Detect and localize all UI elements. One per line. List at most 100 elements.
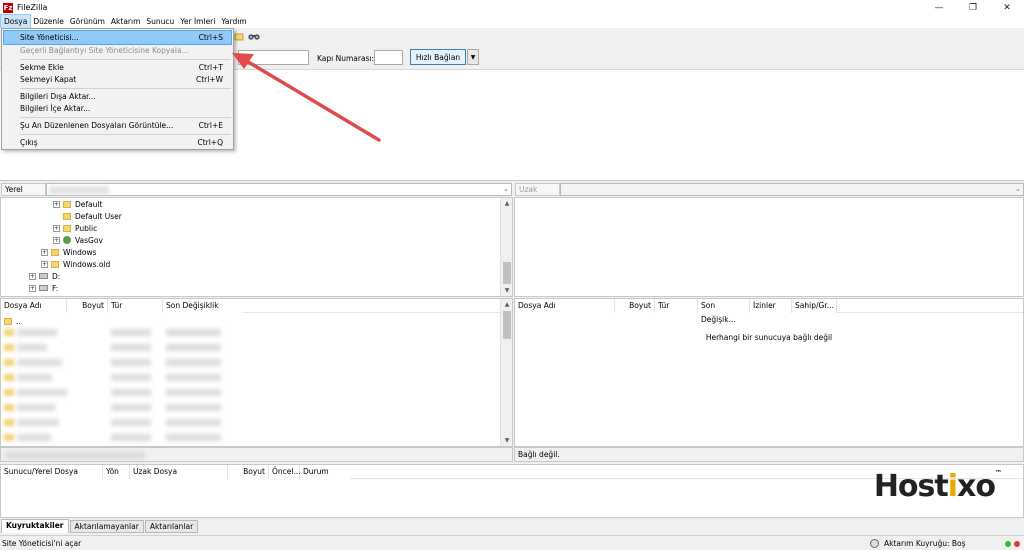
queue-header: Sunucu/Yerel Dosya Yön Uzak Dosya Boyut … [1,465,1023,479]
column-header-size[interactable]: Boyut [615,299,655,313]
window-title: FileZilla [17,3,48,12]
tab-queued[interactable]: Kuyruktakiler [1,519,69,533]
remote-path-combobox[interactable]: ⌄ [560,183,1024,196]
folder-compare-icon[interactable] [233,30,245,42]
folder-icon [4,317,12,325]
tree-item-label: Windows [63,247,97,257]
expand-icon[interactable]: + [29,284,36,292]
remote-directory-tree[interactable] [514,197,1024,297]
port-label: Kapı Numarası: [317,54,375,63]
scroll-thumb[interactable] [503,311,511,339]
quickconnect-button[interactable]: Hızlı Bağlan [410,49,466,65]
column-header-name[interactable]: Dosya Adı [515,299,615,313]
close-button[interactable]: ✕ [990,0,1024,15]
column-header-size[interactable]: Boyut [67,299,108,313]
local-list-scrollbar[interactable]: ▲ ▼ [500,299,512,446]
expand-icon[interactable]: + [53,224,60,232]
status-bar: Site Yöneticisi'ni açar Aktarım Kuyruğu:… [0,535,1024,550]
tree-item-public[interactable]: + Public [53,222,97,234]
column-header-permissions[interactable]: İzinler [750,299,792,313]
menu-item-edited-files[interactable]: Şu An Düzenlenen Dosyaları Görüntüle... C… [4,119,231,132]
column-header-type[interactable]: Tür [108,299,163,313]
local-tree-scrollbar[interactable]: ▲ ▼ [500,198,512,296]
expand-icon[interactable]: + [41,248,48,256]
password-field[interactable] [238,50,309,65]
column-header-priority[interactable]: Öncel... [269,465,301,479]
title-bar: Fz FileZilla — ❐ ✕ [0,0,1024,15]
local-path-combobox[interactable]: ⌄ [45,183,512,196]
column-header-remote-file[interactable]: Uzak Dosya [130,465,228,479]
menu-aktarim[interactable]: Aktarım [108,15,143,28]
queue-icon [870,539,879,548]
column-header-server-local-file[interactable]: Sunucu/Yerel Dosya [1,465,103,479]
menu-item-close-tab[interactable]: Sekmeyi Kapat Ctrl+W [4,73,231,86]
chevron-down-icon[interactable]: ⌄ [503,185,509,193]
scroll-down-icon[interactable]: ▼ [501,285,513,296]
filezilla-app-icon: Fz [3,2,13,13]
drive-icon [39,285,48,291]
expand-icon[interactable]: + [29,272,36,280]
column-header-modified[interactable]: Son Değişik... [698,299,750,324]
queue-status-label: Aktarım Kuyruğu: Boş [884,539,966,548]
local-file-list[interactable]: Dosya Adı Boyut Tür Son Değişiklik .. ▲ … [0,298,513,447]
column-header-type[interactable]: Tür [655,299,698,313]
scroll-down-icon[interactable]: ▼ [501,435,513,446]
scroll-up-icon[interactable]: ▲ [501,299,513,310]
remote-file-list[interactable]: Dosya Adı Boyut Tür Son Değişik... İzinl… [514,298,1024,447]
scroll-up-icon[interactable]: ▲ [501,198,513,209]
local-site-label: Yerel Site: [1,183,46,206]
column-header-owner[interactable]: Sahip/Gr... [792,299,837,313]
column-header-status[interactable]: Durum [300,465,350,479]
menu-duzenle[interactable]: Düzenle [30,15,67,28]
window-controls: — ❐ ✕ [922,0,1024,15]
tree-item-vasgov[interactable]: + VasGov [53,234,103,246]
transfer-queue[interactable]: Sunucu/Yerel Dosya Yön Uzak Dosya Boyut … [0,464,1024,518]
menu-item-site-manager[interactable]: Site Yöneticisi... Ctrl+S [3,30,232,45]
tree-item-default-user[interactable]: Default User [53,210,122,222]
tree-item-windows-old[interactable]: + Windows.old [41,258,110,270]
column-header-direction[interactable]: Yön [103,465,130,479]
column-header-name[interactable]: Dosya Adı [1,299,67,313]
tab-successful[interactable]: Aktarılanlar [144,520,199,533]
menu-item-exit[interactable]: Çıkış Ctrl+Q [4,136,231,149]
folder-icon [63,212,71,220]
remote-site-bar: Uzak Site: ⌄ [514,182,1024,206]
menu-bar: Dosya Düzenle Görünüm Aktarım Sunucu Yer… [0,14,1024,29]
expand-icon[interactable]: + [53,236,60,244]
tree-item-label: F: [52,283,59,293]
menu-separator [20,134,231,135]
minimize-button[interactable]: — [922,0,956,15]
search-remote-files-icon[interactable] [248,30,260,42]
local-directory-tree[interactable]: + Default Default User + Public + VasGov + W… [0,197,513,297]
menu-yardim[interactable]: Yardım [218,15,249,28]
quickconnect-history-dropdown[interactable]: ▼ [467,49,479,65]
list-item-parent[interactable]: .. [4,315,21,327]
menu-gorunum[interactable]: Görünüm [67,15,108,28]
scroll-thumb[interactable] [503,262,511,284]
hostixo-logo: Hostixo™ [873,469,1002,504]
menu-yer-imleri[interactable]: Yer İmleri [177,15,218,28]
tree-item-windows[interactable]: + Windows [41,246,96,258]
menu-dosya[interactable]: Dosya [0,14,32,29]
column-header-size[interactable]: Boyut [228,465,269,479]
menu-separator [20,88,231,89]
port-field[interactable] [374,50,403,65]
chevron-down-icon[interactable]: ⌄ [1015,185,1021,193]
green-led-icon [1005,541,1011,547]
expand-icon[interactable]: + [53,200,60,208]
menu-item-import[interactable]: Bilgileri İçe Aktar... [4,102,231,115]
not-connected-message: Herhangi bir sunucuya bağlı değil [705,333,833,342]
column-header-modified[interactable]: Son Değişiklik [163,299,243,313]
expand-icon[interactable]: + [41,260,48,268]
menu-sunucu[interactable]: Sunucu [143,15,177,28]
tree-item-label: Public [75,223,98,233]
tree-item-default[interactable]: + Default [53,198,102,210]
tab-failed[interactable]: Aktarılamayanlar [69,520,144,533]
tree-item-drive-d[interactable]: + D: [29,270,60,282]
user-folder-icon [63,236,71,244]
folder-icon [63,200,71,208]
maximize-button[interactable]: ❐ [956,0,990,15]
tree-item-drive-f[interactable]: + F: [29,282,58,294]
menu-separator [20,117,231,118]
local-list-header: Dosya Adı Boyut Tür Son Değişiklik [1,299,512,313]
